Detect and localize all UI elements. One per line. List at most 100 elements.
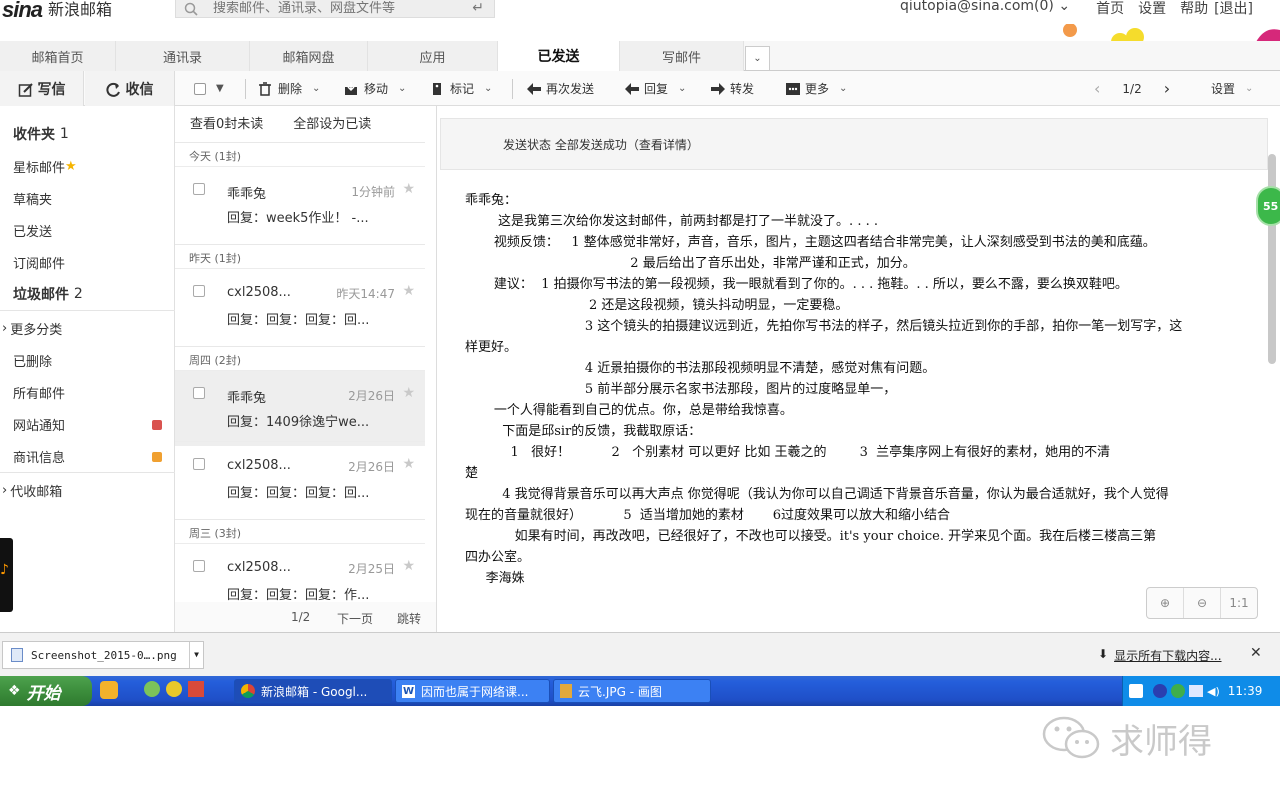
folder-all-mail[interactable]: 所有邮件 xyxy=(0,376,175,408)
folder-starred[interactable]: 星标邮件 ★ xyxy=(0,150,175,182)
chrome-icon xyxy=(241,684,255,698)
tray-icon[interactable] xyxy=(1129,684,1143,698)
folder-deleted[interactable]: 已删除 xyxy=(0,344,175,376)
star-icon[interactable]: ★ xyxy=(402,385,415,401)
folder-spam[interactable]: 垃圾邮件 2 xyxy=(0,278,175,310)
tab-netdisk[interactable]: 邮箱网盘 xyxy=(250,41,368,71)
zoom-out-icon[interactable]: ⊖ xyxy=(1184,588,1221,618)
enter-icon[interactable]: ↵ xyxy=(472,0,484,16)
tray-icon[interactable] xyxy=(1171,684,1185,698)
task-paint[interactable]: 云飞.JPG - 画图 xyxy=(553,679,711,703)
pagination: ‹ 1/2 › xyxy=(1094,71,1170,106)
tab-compose[interactable]: 写邮件 xyxy=(620,41,744,71)
checkbox[interactable] xyxy=(193,458,205,470)
folder-site-notice[interactable]: 网站通知 xyxy=(0,408,175,440)
next-page-link[interactable]: 下一页 xyxy=(337,610,373,627)
refresh-icon xyxy=(105,82,120,97)
settings-dropdown[interactable]: 设置 ⌄ xyxy=(1211,71,1253,106)
more-button[interactable]: 更多 ⌄ xyxy=(785,71,847,106)
sina-logo[interactable]: sina 新浪邮箱 xyxy=(2,0,112,21)
prev-page-icon[interactable]: ‹ xyxy=(1094,79,1100,98)
message-row[interactable]: 乖乖兔 1分钟前 ★ 回复：week5作业！ -... xyxy=(175,166,425,242)
reply-icon xyxy=(624,82,639,96)
receive-button[interactable]: 收信 xyxy=(85,71,175,106)
tag-icon xyxy=(430,82,444,96)
folder-commerce[interactable]: 商讯信息 xyxy=(0,440,175,472)
mark-button[interactable]: 标记 ⌄ xyxy=(430,71,492,106)
show-all-downloads[interactable]: ⬇ 显示所有下载内容... xyxy=(1098,647,1222,664)
view-unread-link[interactable]: 查看0封未读 xyxy=(190,113,263,132)
checkbox[interactable] xyxy=(193,560,205,572)
settings-link[interactable]: 设置 xyxy=(1138,0,1166,18)
inbox-count: 1 xyxy=(59,126,69,142)
list-pager: 1/2 下一页 跳转 xyxy=(175,602,436,632)
collect-mail-toggle[interactable]: › 代收邮箱 xyxy=(0,474,175,506)
tab-sent[interactable]: 已发送 xyxy=(498,41,620,71)
logout-link[interactable]: [退出] xyxy=(1214,0,1253,18)
tab-apps[interactable]: 应用 xyxy=(368,41,498,71)
star-icon[interactable]: ★ xyxy=(402,181,415,197)
folder-drafts[interactable]: 草稿夹 xyxy=(0,182,175,214)
select-all-checkbox[interactable]: ▼ xyxy=(194,71,224,106)
app-icon[interactable] xyxy=(144,681,160,697)
reply-button[interactable]: 回复 ⌄ xyxy=(624,71,686,106)
app-icon[interactable] xyxy=(100,681,118,699)
move-button[interactable]: 移动 ⌄ xyxy=(344,71,406,106)
start-button[interactable]: ❖ 开始 xyxy=(0,676,92,706)
floating-badge[interactable]: 55 xyxy=(1256,186,1280,226)
checkbox[interactable] xyxy=(193,387,205,399)
zoom-in-icon[interactable]: ⊕ xyxy=(1147,588,1184,618)
next-page-icon[interactable]: › xyxy=(1164,79,1170,98)
star-icon[interactable]: ★ xyxy=(402,456,415,472)
system-tray: ◀) 11:39 xyxy=(1122,676,1280,706)
star-icon[interactable]: ★ xyxy=(402,558,415,574)
user-account[interactable]: qiutopia@sina.com(0) ⌄ xyxy=(900,0,1070,18)
home-link[interactable]: 首页 xyxy=(1096,0,1124,18)
task-chrome[interactable]: 新浪邮箱 - Googl... xyxy=(234,679,392,703)
help-link[interactable]: 帮助 xyxy=(1180,0,1208,18)
tab-overflow-dropdown[interactable]: ⌄ xyxy=(745,46,770,71)
wechat-icon xyxy=(1042,716,1100,759)
search-bar[interactable]: ↵ xyxy=(175,0,495,18)
checkbox[interactable] xyxy=(193,183,205,195)
zoom-reset-button[interactable]: 1:1 xyxy=(1221,588,1257,618)
star-icon[interactable]: ★ xyxy=(402,283,415,299)
folder-subscriptions[interactable]: 订阅邮件 xyxy=(0,246,175,278)
compose-button[interactable]: 写信 xyxy=(0,71,84,106)
group-thursday: 周四 (2封) xyxy=(175,346,425,372)
tray-icon[interactable] xyxy=(1153,684,1167,698)
volume-icon[interactable]: ◀) xyxy=(1207,685,1220,698)
task-word[interactable]: W 因而也属于网络课... xyxy=(395,679,550,703)
folder-inbox[interactable]: 收件夹 1 xyxy=(0,118,175,150)
music-note-icon[interactable]: ♪ xyxy=(0,538,13,612)
arrow-left-icon xyxy=(526,82,541,96)
checkbox[interactable] xyxy=(194,82,206,95)
checkbox[interactable] xyxy=(193,285,205,297)
resend-button[interactable]: 再次发送 xyxy=(526,71,594,106)
forward-button[interactable]: 转发 xyxy=(710,71,754,106)
delete-button[interactable]: 删除 ⌄ xyxy=(258,71,320,106)
message-row-selected[interactable]: 乖乖兔 2月26日 ★ 回复：1409徐逸宁we... xyxy=(175,370,425,446)
more-categories-toggle[interactable]: › 更多分类 xyxy=(0,312,175,344)
message-row[interactable]: cxl2508... 2月26日 ★ 回复：回复：回复：回... xyxy=(175,441,425,517)
watermark-text: 求师得 xyxy=(1110,721,1212,762)
mark-all-read-link[interactable]: 全部设为已读 xyxy=(293,113,371,132)
tab-bar: 邮箱首页 通讯录 邮箱网盘 应用 已发送 写邮件 ⌄ xyxy=(0,41,1280,71)
tab-contacts[interactable]: 通讯录 xyxy=(116,41,250,71)
app-icon[interactable] xyxy=(188,681,204,697)
search-input[interactable] xyxy=(213,1,463,16)
wechat-watermark: 求师得 xyxy=(1040,708,1280,768)
tab-home[interactable]: 邮箱首页 xyxy=(0,41,116,71)
network-icon[interactable] xyxy=(1189,685,1203,697)
group-wednesday: 周三 (3封) xyxy=(175,519,425,545)
jump-link[interactable]: 跳转 xyxy=(397,610,421,627)
app-icon[interactable] xyxy=(166,681,182,697)
close-icon[interactable]: ✕ xyxy=(1250,645,1262,661)
folder-sent[interactable]: 已发送 xyxy=(0,214,175,246)
chevron-right-icon: › xyxy=(2,482,8,498)
chevron-down-icon: ⌄ xyxy=(678,83,687,94)
chevron-down-icon: ⌄ xyxy=(839,83,848,94)
message-row[interactable]: cxl2508... 昨天14:47 ★ 回复：回复：回复：回... xyxy=(175,268,425,344)
download-item[interactable]: Screenshot_2015-0….png ▼ xyxy=(2,641,204,669)
chevron-down-icon[interactable]: ▼ xyxy=(189,642,203,668)
